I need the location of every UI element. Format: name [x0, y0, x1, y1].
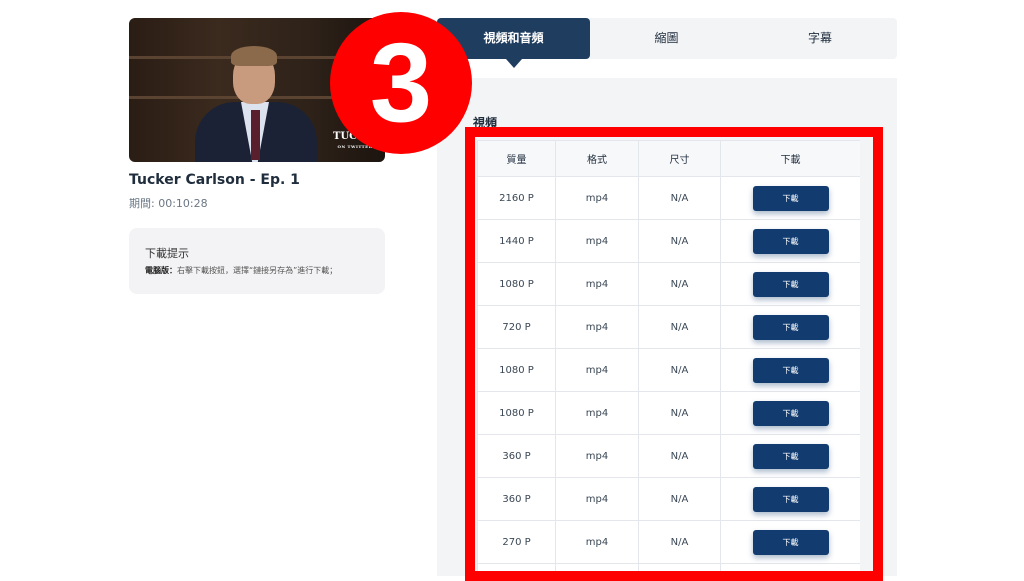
cell-quality: 1440 P — [477, 219, 556, 263]
cell-format: mp4 — [555, 305, 639, 349]
cell-quality: 360 P — [477, 477, 556, 521]
cell-format: mp4 — [555, 348, 639, 392]
cell-download: 下載 — [720, 348, 860, 392]
cell-quality: 1080 P — [477, 262, 556, 306]
format-tabs: 視頻和音頻 縮圖 字幕 — [437, 18, 897, 68]
download-tip-text: 電腦版：右擊下載按鈕，選擇“鏈接另存為”進行下載； — [145, 265, 337, 276]
table-row: 360 Pmp4 N/A 下載 — [477, 477, 860, 521]
cell-format: mp4 — [555, 176, 639, 220]
cell-size: N/A — [638, 348, 721, 392]
cell-quality: 2160 P — [477, 176, 556, 220]
header-size: 尺寸 — [638, 140, 721, 177]
cell-size: N/A — [638, 262, 721, 306]
cell-download: 下載 — [720, 477, 860, 521]
cell-format: mp4 — [555, 477, 639, 521]
download-button[interactable]: 下載 — [752, 529, 829, 555]
download-button[interactable]: 下載 — [752, 357, 829, 383]
cell-format: mp4 — [555, 391, 639, 435]
cell-size: N/A — [638, 520, 721, 564]
header-download: 下載 — [720, 140, 860, 177]
download-button[interactable]: 下載 — [752, 443, 829, 469]
cell-format — [555, 563, 639, 576]
thumbnail-person-tie — [251, 110, 260, 160]
table-row: 1080 Pmp4 N/A 下載 — [477, 348, 860, 392]
download-button[interactable]: 下載 — [752, 228, 829, 254]
download-tip-label: 電腦版： — [145, 266, 177, 275]
cell-quality: 1080 P — [477, 348, 556, 392]
cell-download: 下載 — [720, 520, 860, 564]
cell-quality: 360 P — [477, 434, 556, 478]
table-row: 1080 Pmp4 N/A 下載 — [477, 391, 860, 435]
cell-download: 下載 — [720, 262, 860, 306]
download-button[interactable]: 下載 — [752, 271, 829, 297]
cell-download: 下載 — [720, 305, 860, 349]
table-row: 1080 Pmp4 N/A 下載 — [477, 262, 860, 306]
download-button[interactable]: 下載 — [752, 185, 829, 211]
section-label-video: 視頻 — [473, 116, 498, 130]
download-button[interactable]: 下載 — [752, 486, 829, 512]
cell-size: N/A — [638, 434, 721, 478]
cell-size: N/A — [638, 305, 721, 349]
tab-thumbnail[interactable]: 縮圖 — [590, 18, 743, 59]
cell-format: mp4 — [555, 262, 639, 306]
cell-size — [638, 563, 721, 576]
cell-download: 下載 — [720, 219, 860, 263]
download-button[interactable]: 下載 — [752, 314, 829, 340]
cell-quality: 1080 P — [477, 391, 556, 435]
header-quality: 質量 — [477, 140, 556, 177]
table-row: 2160 Pmp4 N/A 下載 — [477, 176, 860, 220]
step-number-badge: 3 — [330, 12, 472, 154]
download-tip-body: 右擊下載按鈕，選擇“鏈接另存為”進行下載； — [177, 266, 338, 275]
table-row: 720 Pmp4 N/A 下載 — [477, 305, 860, 349]
cell-download: 下載 — [720, 434, 860, 478]
cell-download: 下載 — [720, 391, 860, 435]
video-title: Tucker Carlson - Ep. 1 — [129, 172, 300, 188]
cell-quality — [477, 563, 556, 576]
video-duration: 期間: 00:10:28 — [129, 197, 208, 210]
cell-size: N/A — [638, 477, 721, 521]
cell-size: N/A — [638, 219, 721, 263]
download-button[interactable]: 下載 — [752, 400, 829, 426]
table-row: 1440 Pmp4 N/A 下載 — [477, 219, 860, 263]
download-tip-title: 下載提示 — [145, 247, 189, 260]
video-download-table: 質量 格式 尺寸 下載 2160 Pmp4 N/A 下載 1440 Pmp4 N/A 下載… — [477, 140, 860, 576]
cell-size: N/A — [638, 391, 721, 435]
cell-format: mp4 — [555, 219, 639, 263]
thumbnail-person-hair — [231, 46, 277, 66]
download-button[interactable]: 下載 — [752, 572, 829, 576]
video-table-container: 質量 格式 尺寸 下載 2160 Pmp4 N/A 下載 1440 Pmp4 N/A 下載… — [477, 140, 860, 576]
tab-subtitles[interactable]: 字幕 — [743, 18, 897, 59]
cell-download: 下載 — [720, 563, 860, 576]
download-tip-box: 下載提示 電腦版：右擊下載按鈕，選擇“鏈接另存為”進行下載； — [129, 228, 385, 294]
cell-format: mp4 — [555, 520, 639, 564]
table-row: 下載 — [477, 563, 860, 576]
table-row: 270 Pmp4 N/A 下載 — [477, 520, 860, 564]
cell-quality: 270 P — [477, 520, 556, 564]
header-format: 格式 — [555, 140, 639, 177]
cell-quality: 720 P — [477, 305, 556, 349]
cell-download: 下載 — [720, 176, 860, 220]
cell-format: mp4 — [555, 434, 639, 478]
table-row: 360 Pmp4 N/A 下載 — [477, 434, 860, 478]
cell-size: N/A — [638, 176, 721, 220]
table-header-row: 質量 格式 尺寸 下載 — [477, 140, 860, 177]
